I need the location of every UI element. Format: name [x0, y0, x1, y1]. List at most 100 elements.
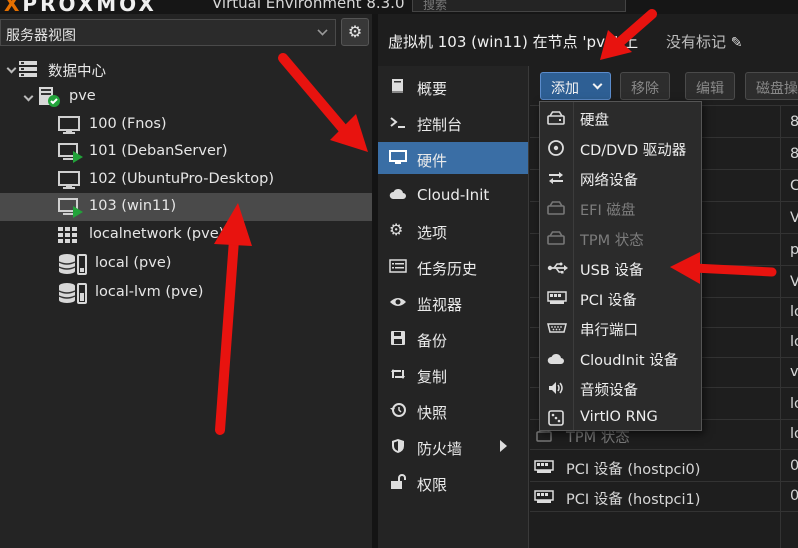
hdd-icon — [547, 231, 565, 245]
usb-icon — [547, 262, 568, 274]
view-selector[interactable]: 服务器视图 — [0, 19, 336, 46]
menu-item-cloudinit-device[interactable]: CloudInit 设备 — [540, 343, 701, 373]
vm-running-icon — [58, 198, 83, 218]
list-icon — [389, 259, 407, 273]
tree-settings-button[interactable]: ⚙ — [341, 18, 369, 46]
proxmox-logo: XPROXMOX — [4, 0, 157, 14]
tree-item-label: 101 (DebanServer) — [89, 143, 228, 159]
menu-item-usb-device[interactable]: USB 设备 — [540, 253, 701, 283]
menu-item-serial-port[interactable]: 串行端口 — [540, 313, 701, 343]
nav-item-permissions[interactable]: 权限 — [378, 466, 528, 498]
nav-item-backup[interactable]: 备份 — [378, 322, 528, 354]
menu-item-hard-disk[interactable]: 硬盘 — [540, 103, 701, 133]
tree-item-vm-101[interactable]: 101 (DebanServer) — [0, 138, 372, 166]
resource-tree-panel: 服务器视图 ⚙ 数据中心 pve 100 (Fnos) 101 (DebanSe… — [0, 14, 372, 548]
tree-item-vm-100[interactable]: 100 (Fnos) — [0, 111, 372, 139]
menu-item-network-device[interactable]: 网络设备 — [540, 163, 701, 193]
chevron-down-icon — [592, 79, 603, 90]
monitor-icon — [389, 150, 407, 164]
shield-icon — [392, 439, 404, 453]
add-button[interactable]: 添加 — [540, 72, 611, 100]
tree-item-label: local-lvm (pve) — [95, 284, 204, 300]
cloud-icon — [389, 188, 406, 199]
node-online-icon — [39, 87, 60, 107]
nav-item-summary[interactable]: 概要 — [378, 70, 528, 102]
nav-item-monitor[interactable]: 监视器 — [378, 286, 528, 318]
hardware-toolbar: 添加 移除 编辑 磁盘操作 — [530, 66, 798, 106]
tree-item-localnetwork[interactable]: localnetwork (pve) — [0, 221, 372, 249]
table-row-hostpci0[interactable]: PCI 设备 (hostpci0) 0 — [530, 452, 798, 482]
storage-icon — [58, 254, 87, 275]
tags-editor[interactable]: 没有标记 ✎ — [666, 31, 743, 52]
nav-item-firewall[interactable]: 防火墙 — [378, 430, 528, 462]
tree-item-vm-103[interactable]: 103 (win11) — [0, 193, 372, 221]
nav-item-task-history[interactable]: 任务历史 — [378, 250, 528, 282]
gear-icon: ⚙ — [347, 22, 363, 41]
tree-item-storage-local-lvm[interactable]: local-lvm (pve) — [0, 279, 372, 307]
retweet-icon — [391, 369, 405, 379]
app-title: Virtual Environment 8.3.0 — [212, 0, 405, 12]
menu-item-pci-device[interactable]: PCI 设备 — [540, 283, 701, 313]
chevron-down-icon — [317, 25, 328, 36]
tree-item-storage-local[interactable]: local (pve) — [0, 250, 372, 278]
menu-item-audio-device[interactable]: 音频设备 — [540, 373, 701, 403]
disk-action-button[interactable]: 磁盘操作 — [745, 72, 798, 100]
volume-icon — [549, 382, 563, 394]
tree-item-label: 数据中心 — [48, 64, 106, 80]
tree-item-label: pve — [69, 88, 96, 104]
tree-item-vm-102[interactable]: 102 (UbuntuPro-Desktop) — [0, 166, 372, 194]
remove-button[interactable]: 移除 — [620, 72, 670, 100]
datacenter-icon — [19, 61, 37, 77]
search-input[interactable]: 搜索 — [412, 0, 626, 12]
pencil-icon[interactable]: ✎ — [731, 35, 743, 51]
tree-item-label: 103 (win11) — [89, 198, 177, 214]
menu-item-efi-disk[interactable]: EFI 磁盘 — [540, 193, 701, 223]
terminal-icon — [390, 117, 405, 128]
hdd-icon — [547, 111, 565, 125]
network-grid-icon — [58, 227, 77, 243]
exchange-icon — [549, 172, 563, 184]
book-icon — [392, 79, 403, 93]
vm-stopped-icon — [58, 116, 80, 134]
storage-icon — [58, 283, 87, 304]
unlock-icon — [391, 474, 406, 489]
hdd-icon — [547, 201, 565, 215]
gear-icon: ⚙ — [389, 220, 404, 239]
menu-item-tpm-state[interactable]: TPM 状态 — [540, 223, 701, 253]
dice-icon — [548, 410, 564, 426]
table-row-hostpci1[interactable]: PCI 设备 (hostpci1) 0 — [530, 482, 798, 512]
submenu-arrow-icon[interactable] — [500, 440, 507, 452]
vm-nav-menu: 概要 控制台 硬件 Cloud-Init ⚙ 选项 任务历史 监视器 备份 复制… — [378, 66, 528, 548]
pci-card-icon — [534, 460, 554, 473]
no-tags-label: 没有标记 — [666, 33, 727, 51]
menu-item-cd-dvd[interactable]: CD/DVD 驱动器 — [540, 133, 701, 163]
pci-card-icon — [534, 490, 554, 503]
expand-toggle-icon[interactable] — [6, 63, 17, 74]
menu-item-virtio-rng[interactable]: VirtIO RNG — [540, 403, 701, 433]
top-bar: XPROXMOX Virtual Environment 8.3.0 搜索 — [0, 0, 798, 14]
nav-item-hardware[interactable]: 硬件 — [378, 142, 528, 174]
eye-icon — [390, 298, 406, 306]
nav-item-replication[interactable]: 复制 — [378, 358, 528, 390]
nav-item-cloud-init[interactable]: Cloud-Init — [378, 178, 528, 210]
serial-port-icon — [547, 323, 567, 333]
nav-item-snapshots[interactable]: 快照 — [378, 394, 528, 426]
view-selector-value: 服务器视图 — [6, 28, 76, 44]
nav-divider — [528, 66, 529, 548]
history-icon — [390, 403, 406, 417]
vm-running-icon — [58, 143, 83, 163]
edit-button[interactable]: 编辑 — [685, 72, 735, 100]
nav-item-options[interactable]: ⚙ 选项 — [378, 214, 528, 246]
pci-card-icon — [547, 291, 567, 304]
nav-item-console[interactable]: 控制台 — [378, 106, 528, 138]
floppy-icon — [391, 331, 405, 345]
cdrom-icon — [548, 140, 564, 156]
expand-toggle-icon[interactable] — [23, 91, 34, 102]
add-dropdown-menu: 硬盘 CD/DVD 驱动器 网络设备 EFI 磁盘 TPM 状态 USB 设备 … — [539, 101, 702, 431]
tree-item-node-pve[interactable]: pve — [0, 83, 372, 111]
tree-item-datacenter[interactable]: 数据中心 — [0, 55, 372, 83]
cloud-icon — [547, 353, 564, 364]
tree-item-label: localnetwork (pve) — [89, 226, 225, 242]
vm-stopped-icon — [58, 171, 80, 189]
tree-item-label: 100 (Fnos) — [89, 116, 167, 132]
